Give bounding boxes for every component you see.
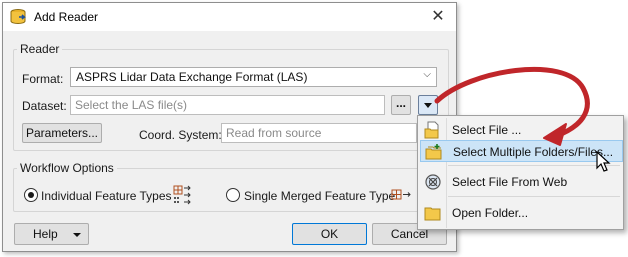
menu-separator [448,165,620,166]
reader-group-label: Reader [17,42,63,56]
add-reader-dialog: Add Reader ✕ Reader Format: ASPRS Lidar … [2,2,457,252]
multi-folder-icon [425,144,442,160]
individual-option-label[interactable]: Individual Feature Types [41,189,172,203]
file-folder-icon [424,121,439,139]
close-icon[interactable]: ✕ [428,7,448,27]
window-title: Add Reader [34,10,99,24]
menu-item-select-file[interactable]: Select File ... [420,119,623,141]
parameters-button[interactable]: Parameters... [22,123,102,143]
open-folder-icon [424,207,441,221]
ok-button[interactable]: OK [292,223,367,245]
help-button[interactable]: Help [14,223,89,245]
merged-radio[interactable] [226,188,240,202]
merged-feature-type-icon [391,189,411,200]
individual-radio[interactable] [24,188,38,202]
dataset-options-menu: Select File ... Select Multiple Folders/… [417,115,624,230]
dataset-label: Dataset: [22,99,67,113]
coord-system-input[interactable]: Read from source [221,123,417,143]
dataset-placeholder: Select the LAS file(s) [75,98,188,112]
format-select[interactable]: ASPRS Lidar Data Exchange Format (LAS) ⌵ [70,67,437,87]
chevron-down-icon: ⌵ [423,69,431,80]
triangle-down-icon [73,233,81,237]
browse-button[interactable]: ... [391,95,411,115]
mouse-cursor-icon [596,151,611,172]
coord-system-label: Coord. System: [139,128,222,142]
radio-dot [28,192,34,198]
fme-app-icon [10,9,26,25]
dataset-input[interactable]: Select the LAS file(s) [70,95,385,115]
workflow-group-label: Workflow Options [17,161,117,175]
individual-feature-types-icon [173,185,191,205]
dataset-options-dropdown-button[interactable] [418,95,438,115]
format-label: Format: [22,72,64,86]
title-bar: Add Reader ✕ [3,3,456,31]
web-globe-icon [425,174,441,190]
triangle-down-icon [424,103,432,108]
merged-option-label[interactable]: Single Merged Feature Type [244,189,395,203]
coord-system-placeholder: Read from source [226,126,322,140]
format-value: ASPRS Lidar Data Exchange Format (LAS) [76,70,308,84]
menu-item-open-folder[interactable]: Open Folder... [420,202,623,224]
menu-item-select-from-web[interactable]: Select File From Web [420,171,623,193]
menu-separator [448,196,620,197]
menu-item-select-multiple[interactable]: Select Multiple Folders/Files... [420,140,623,162]
